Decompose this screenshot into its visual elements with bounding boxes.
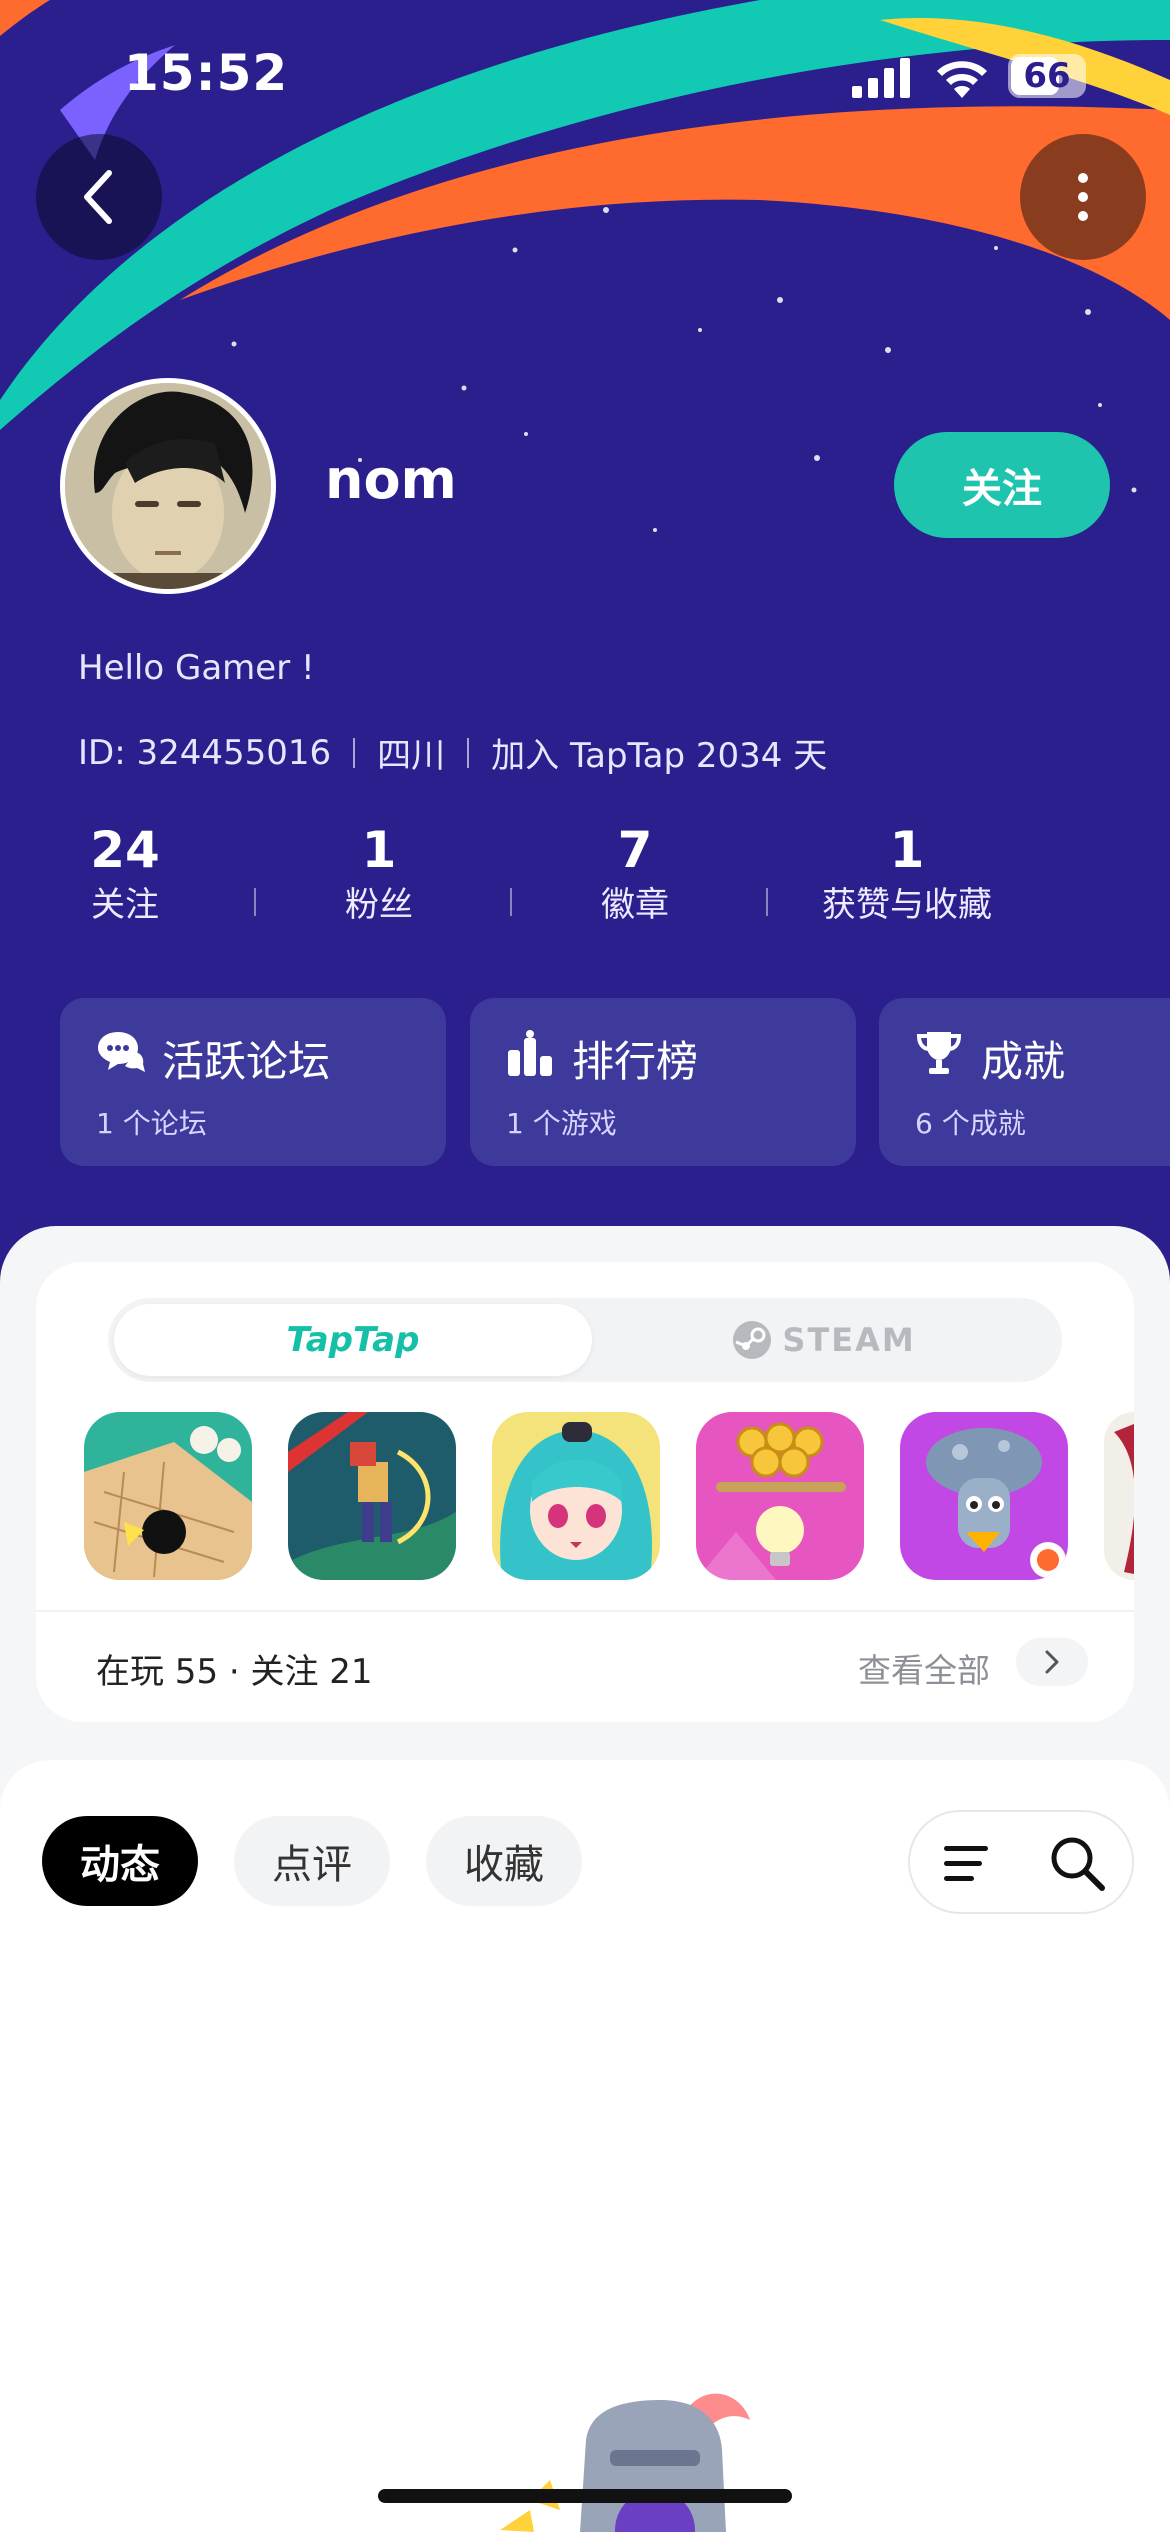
card-ranking[interactable]: 排行榜 1 个游戏	[470, 998, 856, 1166]
knight-mascot-image	[500, 2393, 750, 2532]
feed-tools	[908, 1810, 1134, 1914]
steam-label: STEAM	[782, 1321, 916, 1359]
meta-divider	[467, 737, 470, 768]
card-subtitle: 1 个论坛	[96, 1107, 207, 1140]
anime-girl-game-icon[interactable]	[492, 1412, 660, 1580]
more-options-button[interactable]	[1020, 134, 1146, 260]
battery-percentage: 66	[1023, 56, 1071, 96]
platform-tab-steam[interactable]: STEAM	[592, 1304, 1056, 1376]
stat-value: 24	[90, 821, 160, 879]
stat-divider	[254, 888, 256, 916]
username: nom	[325, 448, 457, 511]
see-all-link[interactable]: 查看全部	[858, 1644, 990, 1692]
card-forums[interactable]: 活跃论坛 1 个论坛	[60, 998, 446, 1166]
battery-icon: 66	[1008, 54, 1086, 98]
search-icon[interactable]	[1048, 1834, 1108, 1894]
games-card: TapTap STEAM 在玩 55 · 关注 21 查看全部	[36, 1262, 1134, 1722]
more-vertical-icon	[1078, 173, 1088, 221]
games-count: 在玩 55 · 关注 21	[96, 1652, 373, 1692]
status-time: 15:52	[124, 44, 289, 102]
profile-header: 15:52 66 nom 关注 Hello Gamer ! ID: 324455…	[0, 0, 1170, 1300]
tab-reviews[interactable]: 点评	[234, 1816, 390, 1906]
home-indicator	[378, 2489, 792, 2503]
filter-lines-icon[interactable]	[942, 1844, 990, 1884]
go-game-icon[interactable]	[84, 1412, 252, 1580]
follow-button[interactable]: 关注	[894, 432, 1110, 538]
back-button[interactable]	[36, 134, 162, 260]
partial-game-icon[interactable]	[1104, 1412, 1134, 1580]
chevron-right-icon	[1045, 1650, 1059, 1674]
stat-likes[interactable]: 1 获赞与收藏	[802, 820, 1012, 930]
stat-value: 7	[617, 821, 653, 879]
stats-row: 24 关注 1 粉丝 7 徽章 1 获赞与收藏	[60, 820, 1020, 930]
stat-divider	[766, 888, 768, 916]
tab-favorites[interactable]: 收藏	[426, 1816, 582, 1906]
stat-label: 关注	[91, 885, 159, 925]
avatar-portrait-image	[65, 383, 271, 589]
wifi-icon	[937, 61, 987, 98]
avatar[interactable]	[60, 378, 276, 594]
card-title: 排行榜	[572, 1037, 699, 1086]
card-achievements[interactable]: 成就 6 个成就	[879, 998, 1170, 1166]
chevron-left-icon	[84, 170, 112, 224]
stat-divider	[510, 888, 512, 916]
bio-text: Hello Gamer !	[78, 648, 315, 688]
stat-value: 1	[361, 821, 397, 879]
see-all-button[interactable]	[1016, 1638, 1088, 1686]
platform-toggle: TapTap STEAM	[108, 1298, 1062, 1382]
profile-meta: ID: 324455016 四川 加入 TapTap 2034 天	[78, 728, 827, 777]
card-title: 成就	[981, 1037, 1066, 1086]
stat-value: 1	[889, 821, 925, 879]
pixel-hero-game-icon[interactable]	[288, 1412, 456, 1580]
taptap-logo: TapTap	[286, 1320, 420, 1360]
ranking-icon	[508, 1030, 552, 1076]
tab-activity[interactable]: 动态	[42, 1816, 198, 1906]
card-subtitle: 6 个成就	[915, 1107, 1026, 1140]
trophy-icon	[916, 1032, 962, 1074]
user-id: ID: 324455016	[78, 732, 332, 773]
stat-badges[interactable]: 7 徽章	[570, 820, 700, 930]
stat-following[interactable]: 24 关注	[60, 820, 190, 930]
join-duration: 加入 TapTap 2034 天	[491, 736, 828, 776]
stat-label: 粉丝	[345, 885, 413, 925]
platform-tab-taptap[interactable]: TapTap	[114, 1304, 592, 1376]
stat-label: 徽章	[601, 885, 669, 925]
card-title: 活跃论坛	[162, 1037, 331, 1086]
user-location: 四川	[377, 736, 446, 776]
meta-divider	[353, 737, 356, 768]
card-subtitle: 1 个游戏	[506, 1107, 617, 1140]
steam-logo-icon	[733, 1321, 772, 1359]
games-divider	[36, 1610, 1134, 1612]
cellular-signal-icon	[852, 58, 910, 98]
coin-puzzle-game-icon[interactable]	[696, 1412, 864, 1580]
stat-label: 获赞与收藏	[822, 885, 992, 925]
games-row	[84, 1412, 1134, 1582]
status-bar: 15:52 66	[0, 0, 1170, 150]
mushroom-character-game-icon[interactable]	[900, 1412, 1068, 1580]
forum-chat-icon	[98, 1032, 145, 1072]
stat-followers[interactable]: 1 粉丝	[314, 820, 444, 930]
